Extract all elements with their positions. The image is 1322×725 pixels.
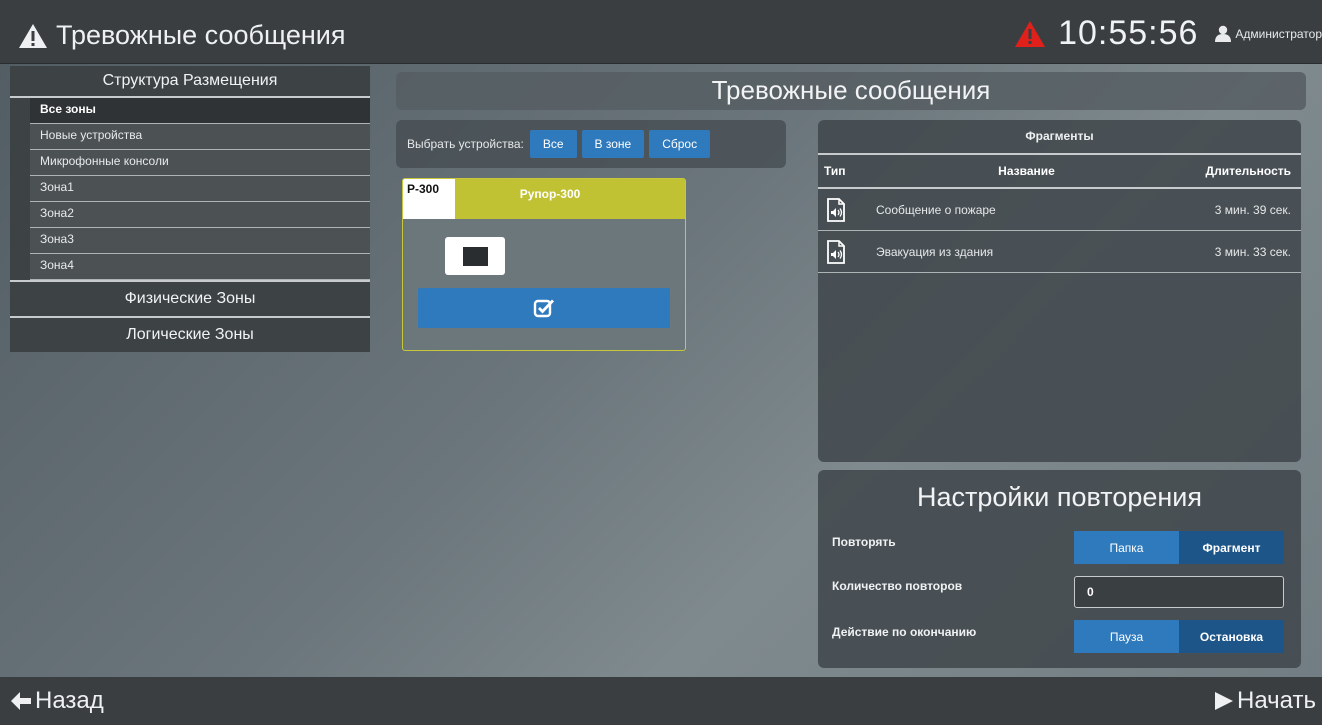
fragments-table-header: Тип Название Длительность [818, 155, 1301, 189]
repeat-mode-label: Повторять [832, 535, 896, 549]
repeat-mode-toggle: Папка Фрагмент [1074, 531, 1284, 564]
clock: 10:55:56 [1058, 14, 1199, 52]
reset-selection-button[interactable]: Сброс [649, 130, 711, 158]
stop-icon [462, 246, 488, 266]
back-button-label: Назад [35, 687, 104, 714]
selector-label: Выбрать устройства: [407, 137, 524, 151]
device-selector: Выбрать устройства: Все В зоне Сброс [396, 120, 786, 168]
top-bar: Тревожные сообщения 10:55:56 Администрат… [0, 0, 1322, 64]
sidebar: Структура Размещения Все зоны Новые устр… [10, 66, 370, 352]
logical-zones-section[interactable]: Логические Зоны [10, 316, 370, 352]
device-card-header: Р-300 Рупор-300 [403, 179, 685, 219]
select-in-zone-button[interactable]: В зоне [581, 130, 645, 158]
structure-header[interactable]: Структура Размещения [10, 66, 370, 98]
audio-file-icon [818, 236, 872, 267]
alarm-warning-icon[interactable] [1014, 20, 1046, 48]
arrow-left-icon [11, 692, 31, 710]
end-action-label: Действие по окончанию [832, 625, 977, 639]
fragment-row[interactable]: Сообщение о пожаре 3 мин. 39 сек. [818, 189, 1301, 231]
end-action-toggle: Пауза Остановка [1074, 620, 1284, 653]
column-name[interactable]: Название [872, 164, 1181, 178]
device-select-button[interactable] [418, 288, 670, 328]
fragment-name: Эвакуация из здания [876, 244, 994, 259]
audio-file-icon [818, 194, 872, 225]
user-name: Администратор [1235, 26, 1322, 41]
zone-item-mic-consoles[interactable]: Микрофонные консоли [30, 150, 370, 176]
column-duration[interactable]: Длительность [1181, 164, 1301, 178]
start-button-label: Начать [1237, 687, 1316, 714]
fragments-panel: Фрагменты Тип Название Длительность Сооб… [818, 120, 1301, 462]
zone-list: Все зоны Новые устройства Микрофонные ко… [10, 98, 370, 280]
start-button[interactable]: Начать [1214, 687, 1316, 715]
fragment-duration: 3 мин. 33 сек. [1214, 244, 1291, 259]
zone-item-all[interactable]: Все зоны [30, 98, 370, 124]
user-icon [1215, 25, 1232, 42]
checkbox-checked-icon [533, 299, 555, 318]
repeat-settings-panel: Настройки повторения Повторять Папка Фра… [818, 470, 1301, 668]
device-stop-button[interactable] [445, 237, 505, 275]
zone-item-zone1[interactable]: Зона1 [30, 176, 370, 202]
repeat-fragment-option[interactable]: Фрагмент [1179, 531, 1284, 564]
zone-item-zone3[interactable]: Зона3 [30, 228, 370, 254]
play-icon [1215, 692, 1234, 710]
repeat-settings-title: Настройки повторения [916, 482, 1202, 512]
fragments-title: Фрагменты [818, 120, 1301, 155]
fragment-name: Сообщение о пожаре [876, 202, 996, 217]
column-type[interactable]: Тип [818, 164, 872, 178]
repeat-count-input[interactable]: 0 [1074, 576, 1284, 608]
device-card[interactable]: Р-300 Рупор-300 [402, 178, 686, 351]
app-title-text: Тревожные сообщения [56, 20, 346, 50]
device-name: Рупор-300 [519, 187, 581, 201]
page-title: Тревожные сообщения [396, 72, 1306, 110]
repeat-count-label: Количество повторов [832, 579, 963, 593]
warning-icon [19, 23, 47, 48]
user-menu[interactable]: Администратор [1214, 25, 1322, 43]
fragment-row[interactable]: Эвакуация из здания 3 мин. 33 сек. [818, 231, 1301, 273]
zone-item-new-devices[interactable]: Новые устройства [30, 124, 370, 150]
end-action-pause-option[interactable]: Пауза [1074, 620, 1179, 653]
end-action-stop-option[interactable]: Остановка [1179, 620, 1284, 653]
physical-zones-section[interactable]: Физические Зоны [10, 280, 370, 316]
repeat-folder-option[interactable]: Папка [1074, 531, 1179, 564]
zone-item-zone4[interactable]: Зона4 [30, 254, 370, 280]
app-title: Тревожные сообщения [18, 20, 346, 51]
fragment-duration: 3 мин. 39 сек. [1214, 202, 1291, 217]
device-code: Р-300 [403, 179, 455, 219]
back-button[interactable]: Назад [10, 687, 104, 715]
zone-item-zone2[interactable]: Зона2 [30, 202, 370, 228]
select-all-button[interactable]: Все [529, 130, 577, 158]
bottom-bar: Назад Начать [0, 677, 1322, 725]
